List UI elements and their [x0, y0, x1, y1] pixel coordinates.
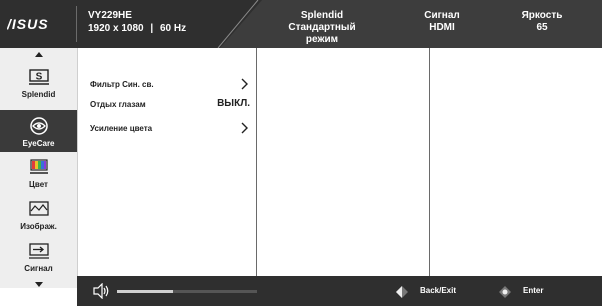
osd-sidebar: S Splendid EyeCare Цвет Изображ. Сигнал	[0, 48, 78, 288]
header-divider	[76, 6, 77, 42]
model-name: VY229HE	[88, 10, 132, 21]
input-arrow-icon	[25, 240, 53, 262]
signal-status-title: Сигнал	[424, 10, 460, 21]
refresh-text: 60 Hz	[160, 23, 187, 34]
svg-text:/ISUS: /ISUS	[7, 17, 49, 31]
eye-icon	[25, 115, 53, 137]
sidebar-item-color[interactable]: Цвет	[0, 156, 77, 194]
osd-footer: Back/Exit Enter	[77, 276, 602, 306]
column-divider	[429, 48, 430, 276]
sidebar-item-splendid[interactable]: S Splendid	[0, 66, 77, 106]
sidebar-item-eyecare[interactable]: EyeCare	[0, 110, 77, 152]
brightness-status: Яркость 65	[502, 10, 582, 34]
scroll-down-button[interactable]	[0, 278, 77, 290]
color-bars-icon	[25, 156, 53, 178]
sidebar-item-label: EyeCare	[22, 139, 55, 148]
image-wave-icon	[25, 198, 53, 220]
splendid-s-icon: S	[25, 66, 53, 88]
chevron-right-icon	[241, 122, 248, 136]
sidebar-item-label: Цвет	[29, 180, 48, 189]
scroll-up-button[interactable]	[0, 48, 77, 60]
monitor-osd: /ISUS VY229HE 1920 x 1080 | 60 Hz Splend…	[0, 0, 602, 306]
sidebar-item-image[interactable]: Изображ.	[0, 198, 77, 236]
signal-status-value: HDMI	[429, 22, 455, 33]
enter-label[interactable]: Enter	[523, 286, 543, 295]
menu-item-blue-light-filter[interactable]: Фильтр Син. св.	[90, 78, 250, 94]
splendid-status: Splendid Стандартный режим	[272, 10, 372, 46]
resolution-text: 1920 x 1080	[88, 23, 144, 34]
menu-item-color-augmentation[interactable]: Усиление цвета	[90, 122, 250, 138]
menu-item-eye-rest[interactable]: Отдых глазам ВЫКЛ.	[90, 98, 250, 114]
brightness-status-value: 65	[536, 22, 548, 33]
back-exit-label[interactable]: Back/Exit	[420, 286, 456, 295]
asus-logo: /ISUS	[0, 0, 76, 48]
chevron-right-icon	[241, 78, 248, 92]
volume-slider[interactable]	[117, 290, 257, 293]
resolution-separator: |	[150, 23, 154, 34]
sidebar-item-signal[interactable]: Сигнал	[0, 240, 77, 276]
triangle-down-icon	[34, 281, 43, 287]
sidebar-item-label: Splendid	[21, 90, 56, 99]
navigation-key-icon	[395, 285, 409, 304]
splendid-status-value: Стандартный режим	[288, 22, 356, 45]
sidebar-item-label: Изображ.	[20, 222, 57, 231]
navigation-key-icon	[498, 285, 512, 304]
speaker-icon[interactable]	[93, 282, 111, 304]
menu-item-label: Фильтр Син. св.	[90, 80, 154, 89]
volume-slider-fill	[117, 290, 173, 293]
svg-text:S: S	[35, 72, 42, 83]
brightness-status-title: Яркость	[521, 10, 563, 21]
osd-header: /ISUS VY229HE 1920 x 1080 | 60 Hz Splend…	[0, 0, 602, 48]
menu-item-value: ВЫКЛ.	[217, 98, 250, 109]
signal-status: Сигнал HDMI	[402, 10, 482, 34]
header-slash-divider	[217, 0, 259, 48]
menu-item-label: Усиление цвета	[90, 124, 153, 133]
column-divider	[256, 48, 257, 276]
resolution-line: 1920 x 1080 | 60 Hz	[88, 23, 186, 35]
model-info: VY229HE 1920 x 1080 | 60 Hz	[88, 10, 186, 35]
splendid-status-title: Splendid	[300, 10, 344, 21]
sidebar-item-label: Сигнал	[24, 264, 53, 273]
menu-item-label: Отдых глазам	[90, 100, 146, 109]
triangle-up-icon	[34, 51, 43, 57]
